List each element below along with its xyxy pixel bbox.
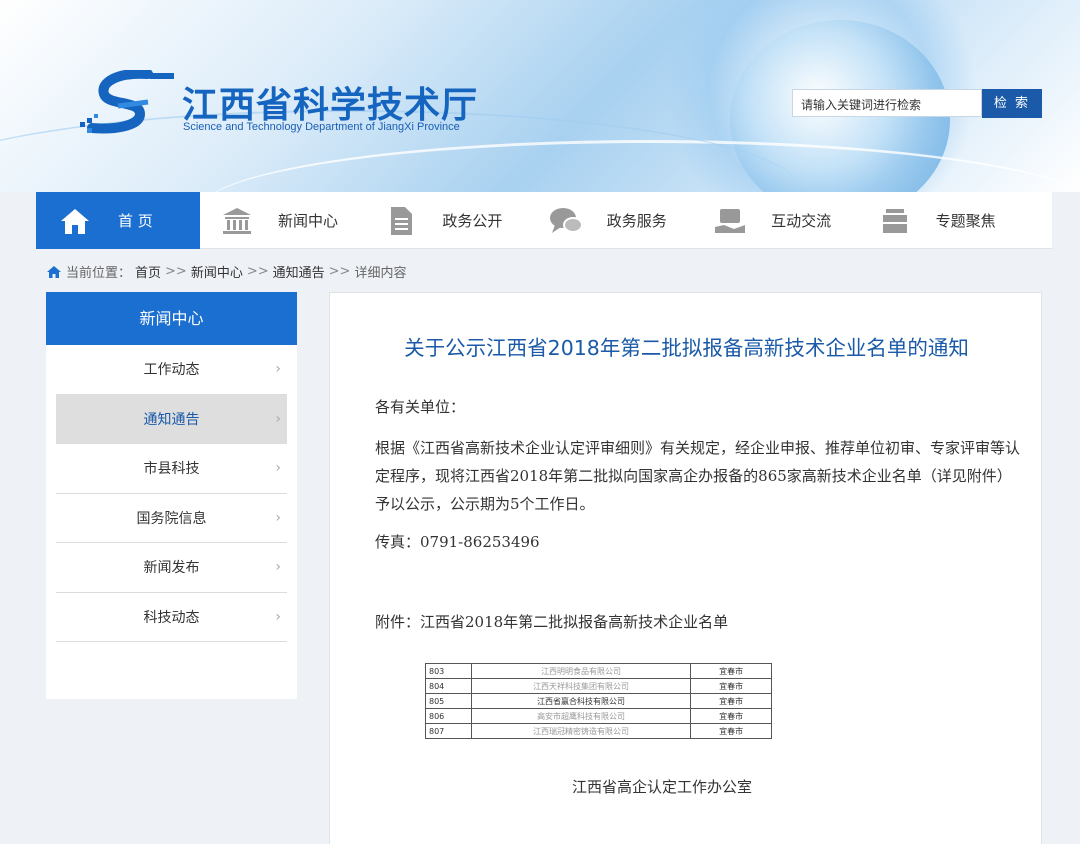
sidebar: 新闻中心 工作动态 › 通知通告 › 市县科技 › 国务院信息 › 新闻发布 ›…	[46, 292, 297, 699]
nav-item-gov-service[interactable]: 政务服务	[529, 192, 693, 249]
chat-icon	[549, 206, 583, 236]
home-icon	[47, 265, 61, 278]
chevron-right-icon: ›	[275, 509, 281, 526]
chevron-right-icon: ›	[275, 460, 281, 476]
sidebar-item-label: 国务院信息	[136, 510, 207, 527]
nav-item-label: 新闻中心	[278, 212, 339, 230]
breadcrumb-current: 详细内容	[354, 266, 407, 281]
city-name: 宜春市	[690, 723, 772, 739]
document-icon	[384, 206, 418, 236]
site-subtitle: Science and Technology Department of Jia…	[183, 121, 460, 133]
breadcrumb-prefix: 当前位置：	[66, 266, 132, 281]
sidebar-item-work-news[interactable]: 工作动态 ›	[56, 345, 287, 395]
chevron-right-icon: ›	[275, 361, 281, 377]
article-fax: 传真：0791-86253496	[375, 533, 540, 551]
company-name: 江西省赢合科技有限公司	[470, 693, 692, 709]
sidebar-item-label: 市县科技	[143, 461, 200, 478]
company-name: 江西天祥科技集团有限公司	[470, 678, 692, 694]
handshake-icon	[713, 206, 747, 236]
table-row: 807 江西瑞冠精密铸造有限公司 宜春市	[425, 723, 772, 739]
nav-item-label: 政务公开	[442, 212, 503, 230]
sidebar-item-tech-news[interactable]: 科技动态 ›	[56, 593, 287, 642]
article-signature: 江西省高企认定工作办公室	[572, 778, 753, 796]
nav-item-label: 首 页	[118, 212, 153, 230]
nav-item-news[interactable]: 新闻中心	[200, 192, 364, 249]
table-row: 806 高安市超鹰科技有限公司 宜春市	[425, 708, 772, 724]
stack-icon	[878, 206, 912, 236]
article-attachment-link[interactable]: 附件：江西省2018年第二批拟报备高新技术企业名单	[375, 608, 728, 636]
city-name: 宜春市	[690, 693, 772, 709]
site-logo-icon[interactable]	[78, 70, 176, 140]
nav-item-topics[interactable]: 专题聚焦	[858, 192, 1022, 249]
home-icon	[58, 206, 92, 236]
city-name: 宜春市	[690, 708, 772, 724]
nav-item-home[interactable]: 首 页	[36, 192, 200, 249]
chevron-right-icon: ›	[275, 608, 281, 625]
breadcrumb-separator: >>	[246, 264, 269, 279]
nav-item-label: 政务服务	[606, 212, 667, 230]
attachment-preview-table: 803 江西明明食品有限公司 宜春市 804 江西天祥科技集团有限公司 宜春市 …	[425, 663, 772, 739]
article-salutation: 各有关单位：	[375, 398, 466, 416]
company-name: 高安市超鹰科技有限公司	[470, 708, 692, 724]
nav-item-interaction[interactable]: 互动交流	[693, 192, 857, 249]
table-row: 803 江西明明食品有限公司 宜春市	[425, 663, 772, 679]
row-number: 806	[425, 708, 472, 724]
sidebar-item-label: 工作动态	[143, 362, 200, 379]
company-name: 江西明明食品有限公司	[470, 663, 692, 679]
sidebar-item-press[interactable]: 新闻发布 ›	[56, 543, 287, 593]
breadcrumb-separator: >>	[328, 264, 351, 279]
company-name: 江西瑞冠精密铸造有限公司	[470, 723, 692, 739]
row-number: 803	[425, 663, 472, 679]
sidebar-item-notices[interactable]: 通知通告 ›	[56, 394, 287, 444]
sidebar-item-label: 通知通告	[143, 411, 200, 428]
city-name: 宜春市	[690, 678, 772, 694]
main-nav: 首 页 新闻中心 政务公开 政务服务 互动交流 专题聚焦	[36, 192, 1052, 249]
header-banner: 江西省科学技术厅 Science and Technology Departme…	[0, 0, 1080, 192]
nav-item-label: 专题聚焦	[935, 212, 996, 230]
row-number: 807	[425, 723, 472, 739]
sidebar-item-label: 科技动态	[143, 609, 200, 626]
article-title: 关于公示江西省2018年第二批拟报备高新技术企业名单的通知	[404, 336, 969, 360]
breadcrumb-separator: >>	[165, 264, 187, 279]
row-number: 804	[425, 678, 472, 694]
article-body: 根据《江西省高新技术企业认定评审细则》有关规定，经企业申报、推荐单位初审、专家评…	[375, 439, 1021, 513]
row-number: 805	[425, 693, 472, 709]
breadcrumb-link-home[interactable]: 首页	[135, 262, 161, 281]
nav-item-gov-affairs[interactable]: 政务公开	[364, 192, 528, 249]
table-row: 805 江西省赢合科技有限公司 宜春市	[425, 693, 772, 709]
article-panel: 关于公示江西省2018年第二批拟报备高新技术企业名单的通知 各有关单位： 根据《…	[329, 292, 1042, 844]
sidebar-heading: 新闻中心	[46, 292, 297, 345]
building-icon	[220, 206, 254, 236]
search-button[interactable]: 检 索	[982, 89, 1042, 118]
sidebar-item-label: 新闻发布	[143, 560, 200, 577]
sidebar-item-state-council[interactable]: 国务院信息 ›	[56, 494, 287, 543]
breadcrumb-link-news[interactable]: 新闻中心	[191, 262, 243, 281]
breadcrumb: 当前位置： 首页 >> 新闻中心 >> 通知通告 >> 详细内容	[46, 262, 406, 281]
breadcrumb-link-notices[interactable]: 通知通告	[273, 262, 325, 281]
chevron-right-icon: ›	[275, 410, 281, 427]
nav-item-label: 互动交流	[771, 212, 832, 230]
search-input[interactable]: 请输入关键词进行检索	[792, 89, 982, 117]
chevron-right-icon: ›	[275, 559, 281, 575]
sidebar-item-county-tech[interactable]: 市县科技 ›	[56, 444, 287, 494]
city-name: 宜春市	[690, 663, 772, 679]
table-row: 804 江西天祥科技集团有限公司 宜春市	[425, 678, 772, 694]
